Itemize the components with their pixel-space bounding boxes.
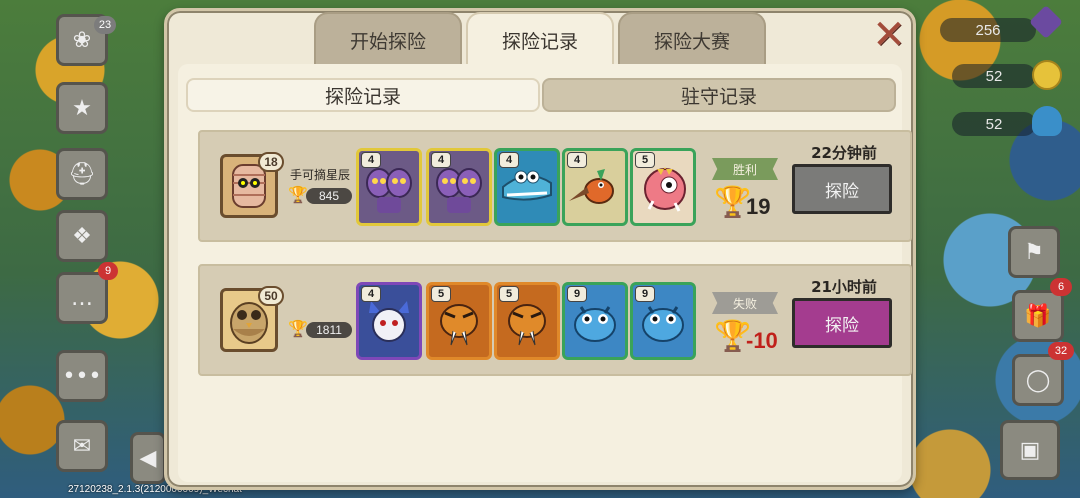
close-icon[interactable]: ✕ — [870, 15, 908, 55]
mushroom-counter: 52 — [952, 112, 1036, 136]
banner-button[interactable]: ⚑ — [1008, 226, 1060, 278]
explore-button[interactable]: 探险 — [792, 298, 892, 348]
egg-icon: ◯ — [1025, 367, 1051, 393]
player-level-badge: 50 — [258, 286, 284, 306]
explore-button[interactable]: 探险 — [792, 164, 892, 214]
gift-button[interactable]: 🎁 — [1012, 290, 1064, 342]
tab-adventure-contest[interactable]: 探险大赛 — [618, 12, 766, 66]
gem-counter: 256 — [940, 18, 1036, 42]
time-ago-label: 21小时前 — [811, 278, 877, 296]
trophy-icon: 🏆 — [714, 185, 752, 220]
map-icon: ❀ — [72, 27, 92, 53]
trophy-icon: 🏆 — [288, 185, 308, 204]
back-arrow-icon: ◀ — [139, 445, 157, 471]
chat-icon: … — [71, 285, 93, 311]
monster-level: 9 — [635, 286, 655, 302]
back-arrow-button[interactable]: ◀ — [130, 432, 166, 484]
more-icon: ••• — [62, 363, 102, 389]
player-score: 845 — [306, 188, 352, 204]
gift-icon: 🎁 — [1024, 303, 1052, 329]
subtab-explore-record[interactable]: 探险记录 — [186, 78, 540, 112]
coin-icon — [1032, 60, 1062, 90]
monster-card[interactable]: 5 — [630, 148, 696, 226]
book-icon: ❖ — [72, 223, 92, 249]
monster-card[interactable]: 5 — [494, 282, 560, 360]
monster-card[interactable]: 4 — [356, 148, 422, 226]
tab-adventure-record[interactable]: 探险记录 — [466, 12, 614, 66]
monster-card[interactable]: 4 — [494, 148, 560, 226]
monster-level: 4 — [361, 286, 381, 302]
monster-card[interactable]: 4 — [426, 148, 492, 226]
time-ago-label: 22分钟前 — [811, 144, 877, 162]
star-icon: ★ — [72, 95, 92, 121]
mushroom-icon — [1032, 106, 1062, 136]
monster-card[interactable]: 4 — [562, 148, 628, 226]
mail-badge: 9 — [98, 262, 118, 280]
tab-start-adventure[interactable]: 开始探险 — [314, 12, 462, 66]
scroll-button[interactable]: ✉ — [56, 420, 108, 472]
egg-button[interactable]: ◯ — [1012, 354, 1064, 406]
chest-button[interactable]: ▣ — [1000, 420, 1060, 480]
player-level-badge: 18 — [258, 152, 284, 172]
monster-card[interactable]: 9 — [630, 282, 696, 360]
banner-icon: ⚑ — [1024, 239, 1044, 265]
scroll-icon: ✉ — [72, 433, 92, 459]
result-defeat-tag: 失败 — [712, 292, 778, 314]
book-button[interactable]: ❖ — [56, 210, 108, 262]
coin-counter: 52 — [952, 64, 1036, 88]
player-name: 手可摘星辰 — [290, 168, 351, 182]
helmet-button[interactable]: ⛑ — [56, 148, 108, 200]
monster-level: 4 — [361, 152, 381, 168]
trophy-icon: 🏆 — [714, 319, 752, 354]
notification-badge: 23 — [94, 16, 116, 34]
helmet-icon: ⛑ — [68, 161, 96, 187]
trophy-delta: 19 — [746, 194, 771, 219]
subtab-garrison-record[interactable]: 驻守记录 — [542, 78, 896, 112]
egg-badge: 32 — [1048, 342, 1074, 360]
record-row: 18 手可摘星辰 🏆 845 4 4 4 4 5 胜利 🏆 19 22分钟前 探… — [198, 130, 912, 242]
monster-card[interactable]: 9 — [562, 282, 628, 360]
monster-card[interactable]: 4 — [356, 282, 422, 360]
gift-badge: 6 — [1050, 278, 1072, 296]
player-score: 1811 — [306, 322, 352, 338]
monster-level: 4 — [567, 152, 587, 168]
monster-level: 4 — [499, 152, 519, 168]
monster-level: 9 — [567, 286, 587, 302]
result-victory-tag: 胜利 — [712, 158, 778, 180]
trophy-delta: -10 — [746, 328, 778, 353]
monster-level: 5 — [635, 152, 655, 168]
chat-button[interactable]: … — [56, 272, 108, 324]
star-button[interactable]: ★ — [56, 82, 108, 134]
more-button[interactable]: ••• — [56, 350, 108, 402]
trophy-icon: 🏆 — [288, 319, 308, 338]
monster-level: 5 — [431, 286, 451, 302]
monster-card[interactable]: 5 — [426, 282, 492, 360]
record-row: 50 🏆 1811 4 5 5 9 9 失败 🏆 -10 21小时前 探险 — [198, 264, 912, 376]
monster-level: 5 — [499, 286, 519, 302]
chest-icon: ▣ — [1019, 437, 1041, 463]
monster-level: 4 — [431, 152, 451, 168]
